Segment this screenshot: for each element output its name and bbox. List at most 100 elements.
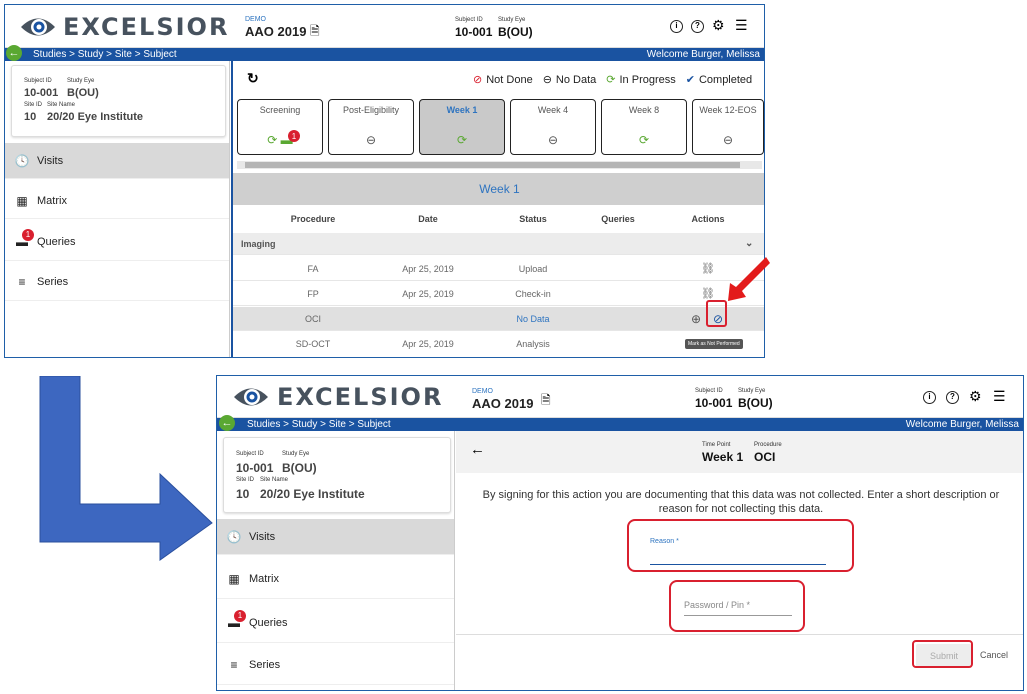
- link-icon[interactable]: ⛓: [701, 287, 715, 300]
- table-row[interactable]: FA Apr 25, 2019 Upload ⛓: [233, 257, 764, 281]
- sidebar: Subject ID Study Eye 10-001 B(OU) Site I…: [5, 61, 230, 357]
- chevron-down-icon[interactable]: ⌄: [745, 238, 753, 249]
- sidebar: Subject ID Study Eye 10-001 B(OU) Site I…: [217, 431, 455, 690]
- timepoint-label: Post-Eligibility: [342, 105, 400, 115]
- clock-icon: 🕓: [226, 529, 242, 544]
- no-data-icon: ⊖: [547, 133, 559, 147]
- sidebar-item-label: Matrix: [249, 572, 279, 585]
- study-name: AAO 2019: [245, 24, 307, 39]
- menu-icon[interactable]: ☰: [735, 17, 748, 34]
- breadcrumb[interactable]: Studies > Study > Site > Subject: [247, 419, 391, 430]
- sidebar-item-series[interactable]: ≡ Series: [217, 645, 454, 685]
- in-progress-icon: ⟳: [456, 133, 468, 147]
- cell-procedure: SD-OCT: [295, 339, 331, 349]
- timepoint-week-1[interactable]: Week 1 ⟳: [419, 99, 505, 155]
- document-icon[interactable]: 🗎: [310, 22, 320, 43]
- in-progress-icon: ⟳ ▬: [267, 133, 293, 147]
- chat-icon: ▬ 1: [15, 228, 34, 249]
- red-arrow: [728, 257, 770, 301]
- form-message: By signing for this action you are docum…: [482, 489, 1000, 515]
- cancel-button[interactable]: Cancel: [980, 650, 1008, 660]
- list-icon: ≡: [230, 657, 238, 672]
- horizontal-scrollbar[interactable]: [237, 161, 762, 169]
- card-subject-id-label: Subject ID: [236, 451, 264, 457]
- procedure-value: OCI: [754, 450, 776, 464]
- main-area: ↻ ⊘ Not Done ⊖ No Data ⟳ In Progress ✔ C…: [231, 61, 764, 357]
- sidebar-item-label: Visits: [249, 530, 276, 543]
- card-site-id: 10: [24, 111, 37, 123]
- legend-in-progress: In Progress: [619, 73, 676, 86]
- timepoint-label: Week 8: [628, 105, 660, 115]
- cell-procedure: FP: [307, 288, 319, 299]
- top-header: EXCELSIOR DEMO AAO 2019 🗎 Subject ID Stu…: [5, 5, 764, 48]
- card-study-eye: B(OU): [282, 461, 317, 475]
- help-icon[interactable]: ?: [946, 391, 959, 404]
- sidebar-item-label: Series: [249, 658, 281, 671]
- time-point-label: Time Point: [702, 442, 731, 448]
- grid-icon: ▦: [16, 193, 28, 208]
- cell-date: Apr 25, 2019: [402, 263, 454, 274]
- breadcrumb-bar: Studies > Study > Site > Subject Welcome…: [217, 418, 1023, 431]
- sidebar-item-label: Visits: [37, 154, 64, 167]
- cell-procedure: OCI: [304, 313, 321, 324]
- no-data-icon: ⊖: [722, 133, 734, 147]
- gear-icon[interactable]: ⚙: [969, 388, 982, 405]
- column-date: Date: [418, 214, 438, 224]
- subject-card: Subject ID Study Eye 10-001 B(OU) Site I…: [11, 65, 226, 137]
- add-circle-icon[interactable]: ⊕: [691, 312, 701, 326]
- card-subject-id: 10-001: [236, 461, 274, 475]
- refresh-icon[interactable]: ↻: [247, 70, 259, 87]
- sidebar-item-matrix[interactable]: ▦ Matrix: [5, 183, 229, 219]
- card-subject-id-label: Subject ID: [24, 78, 52, 84]
- study-name: AAO 2019: [472, 396, 534, 411]
- study-eye-label: Study Eye: [738, 388, 766, 394]
- sidebar-item-queries[interactable]: ▬ 1 Queries: [217, 603, 454, 643]
- timepoint-week-12-eos[interactable]: Week 12-EOS ⊖: [692, 99, 764, 155]
- back-button[interactable]: ←: [6, 45, 22, 61]
- group-row-imaging[interactable]: Imaging ⌄: [233, 233, 764, 255]
- timepoint-screening[interactable]: Screening ⟳ ▬ 1: [237, 99, 323, 155]
- column-status: Status: [519, 214, 547, 224]
- back-button[interactable]: ←: [219, 415, 235, 431]
- procedure-label: Procedure: [754, 442, 782, 448]
- sidebar-item-visits[interactable]: 🕓 Visits: [217, 519, 454, 555]
- info-icon[interactable]: i: [670, 20, 683, 33]
- link-icon[interactable]: ⛓: [701, 262, 715, 275]
- info-icon[interactable]: i: [923, 391, 936, 404]
- sidebar-item-label: Series: [37, 275, 69, 288]
- card-site-name: 20/20 Eye Institute: [47, 111, 143, 123]
- table-row[interactable]: FP Apr 25, 2019 Check-in ⛓: [233, 282, 764, 306]
- timepoint-week-8[interactable]: Week 8 ⟳: [601, 99, 687, 155]
- no-data-icon: ⊖: [365, 133, 377, 147]
- breadcrumb[interactable]: Studies > Study > Site > Subject: [33, 49, 177, 60]
- help-icon[interactable]: ?: [691, 20, 704, 33]
- welcome-text: Welcome Burger, Melissa: [646, 49, 760, 60]
- sidebar-item-label: Matrix: [37, 194, 67, 207]
- visit-title: Week 1: [479, 182, 520, 196]
- table-row[interactable]: OCI No Data ⊕ ⊘: [233, 307, 764, 331]
- document-icon[interactable]: 🗎: [541, 391, 551, 412]
- form-header: ← Time Point Procedure Week 1 OCI: [456, 431, 1023, 473]
- timepoint-badge: 1: [288, 130, 300, 142]
- sidebar-item-series[interactable]: ≡ Series: [5, 263, 229, 301]
- menu-icon[interactable]: ☰: [993, 388, 1006, 405]
- cell-status: Check-in: [515, 288, 551, 299]
- column-queries: Queries: [601, 214, 635, 224]
- cell-status: Upload: [518, 263, 548, 274]
- highlight-box: [669, 580, 805, 632]
- top-header: EXCELSIOR DEMO AAO 2019 🗎 Subject ID Stu…: [217, 376, 1023, 418]
- sidebar-item-queries[interactable]: ▬ 1 Queries: [5, 223, 229, 261]
- brand-logo: EXCELSIOR: [231, 383, 443, 411]
- gear-icon[interactable]: ⚙: [712, 17, 725, 34]
- timepoint-post-eligibility[interactable]: Post-Eligibility ⊖: [328, 99, 414, 155]
- sidebar-item-visits[interactable]: 🕓 Visits: [5, 143, 229, 179]
- sidebar-item-matrix[interactable]: ▦ Matrix: [217, 559, 454, 599]
- top-screen: EXCELSIOR DEMO AAO 2019 🗎 Subject ID Stu…: [4, 4, 765, 358]
- card-site-name-label: Site Name: [260, 477, 289, 483]
- timepoint-week-4[interactable]: Week 4 ⊖: [510, 99, 596, 155]
- card-study-eye-label: Study Eye: [282, 451, 310, 457]
- list-icon: ≡: [18, 274, 26, 289]
- card-study-eye-label: Study Eye: [67, 78, 95, 84]
- sidebar-item-label: Queries: [37, 235, 76, 248]
- back-arrow-icon[interactable]: ←: [470, 441, 485, 458]
